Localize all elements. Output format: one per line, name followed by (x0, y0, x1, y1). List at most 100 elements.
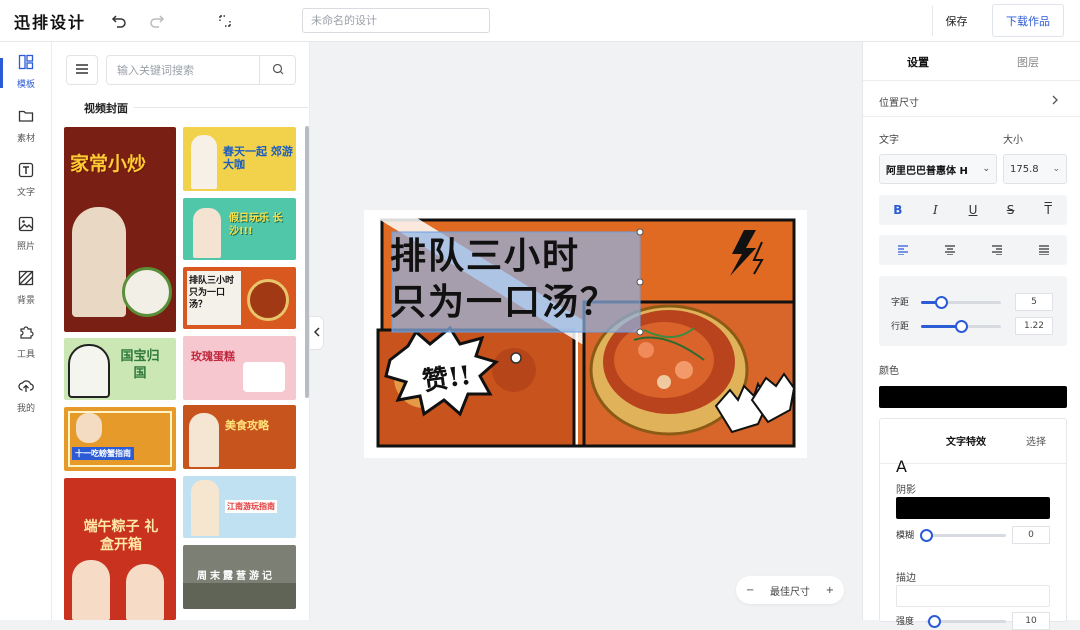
design-title-input[interactable] (302, 8, 490, 33)
text-color-swatch[interactable] (879, 386, 1067, 408)
template-tile[interactable]: 十一吃螃蟹指南 (64, 407, 176, 471)
undo-icon[interactable] (108, 10, 130, 32)
download-button[interactable]: 下载作品 (992, 4, 1064, 37)
nav-item-material[interactable]: 素材 (0, 102, 52, 150)
template-tile[interactable]: 玫瑰蛋糕 (183, 336, 296, 400)
app-logo[interactable]: 迅排设计 (14, 9, 86, 33)
search-button[interactable] (259, 56, 295, 84)
tab-text-effects[interactable]: 文字特效 (946, 433, 986, 448)
text-style-toolbar: B I U S T (879, 195, 1067, 225)
template-tile[interactable]: 江南游玩指南 (183, 476, 296, 538)
template-search-input[interactable] (107, 56, 259, 84)
stroke-color-swatch[interactable] (896, 585, 1050, 607)
person-illustration (72, 560, 110, 620)
blur-slider[interactable] (920, 529, 1006, 542)
align-justify-icon[interactable] (1033, 239, 1055, 261)
nav-item-tools[interactable]: 工具 (0, 318, 52, 366)
tile-title: 十一吃螃蟹指南 (72, 447, 134, 460)
canvas-area: 排队三小时 只为一口汤？ 赞!! − 最佳尺寸 + (310, 42, 862, 620)
color-label: 颜色 (879, 366, 899, 377)
template-icon (18, 54, 34, 73)
nav-item-text[interactable]: 文字 (0, 156, 52, 204)
soup-bowl-illustration (247, 279, 289, 321)
template-tile[interactable]: 美食攻略 (183, 405, 296, 469)
template-tile[interactable]: 家常小炒 (64, 127, 176, 332)
alignment-toolbar (879, 235, 1067, 265)
zoom-in-button[interactable]: + (826, 585, 834, 596)
resize-icon[interactable] (214, 10, 236, 32)
template-tile[interactable]: 周末露营游记 (183, 545, 296, 609)
text-icon (18, 162, 34, 181)
tabs-divider (863, 80, 1080, 81)
ground-illustration (183, 583, 296, 609)
slider-knob[interactable] (920, 529, 933, 542)
nav-item-background[interactable]: 背景 (0, 264, 52, 312)
nav-label: 文字 (16, 188, 35, 198)
font-family-select[interactable]: 阿里巴巴普惠体 H ⌄ (879, 154, 997, 184)
tile-title: 江南游玩指南 (225, 500, 277, 513)
tab-settings[interactable]: 设置 (907, 54, 929, 70)
redo-icon[interactable] (146, 10, 168, 32)
italic-icon[interactable]: I (924, 199, 946, 221)
line-height-row: 行距 1.22 (891, 317, 1061, 335)
nav-item-template[interactable]: 模板 (0, 48, 52, 96)
nav-item-mine[interactable]: 我的 (0, 372, 52, 420)
font-label: 文字 (879, 135, 899, 146)
headline-text[interactable]: 排队三小时 只为一口汤？ (390, 234, 618, 326)
template-tile[interactable]: 排队三小时 只为一口汤？ (183, 267, 296, 329)
template-tile[interactable]: 春天一起 郊游大咖 (183, 127, 296, 191)
blur-input[interactable]: 0 (1012, 526, 1050, 544)
position-size-label[interactable]: 位置尺寸 (879, 94, 919, 109)
properties-panel: 设置 图层 位置尺寸 文字 大小 阿里巴巴普惠体 H ⌄ 175.8 ⌄ B I… (862, 42, 1080, 630)
nav-item-photo[interactable]: 照片 (0, 210, 52, 258)
letter-spacing-label: 字距 (891, 298, 910, 308)
burst-text[interactable]: 赞!! (420, 355, 474, 398)
shadow-color-swatch[interactable] (896, 497, 1050, 519)
slider-knob[interactable] (928, 615, 941, 628)
strength-input[interactable]: 10 (1012, 612, 1050, 630)
letter-spacing-row: 字距 5 (891, 293, 1061, 311)
blur-label: 模糊 (896, 531, 915, 541)
align-right-icon[interactable] (986, 239, 1008, 261)
nav-label: 工具 (16, 350, 35, 360)
font-family-value: 阿里巴巴普惠体 H (886, 165, 968, 177)
section-label: 视频封面 (84, 102, 128, 115)
design-artboard[interactable]: 排队三小时 只为一口汤？ 赞!! (364, 210, 807, 458)
tile-title: 美食攻略 (225, 419, 269, 432)
effect-preview-letter[interactable]: A (896, 457, 907, 476)
line-height-slider[interactable] (921, 320, 1001, 333)
upload-cloud-icon (18, 378, 34, 397)
effects-select-button[interactable]: 选择 (1026, 433, 1046, 448)
save-button[interactable]: 保存 (932, 6, 980, 36)
letter-spacing-input[interactable]: 5 (1015, 293, 1053, 311)
font-size-select[interactable]: 175.8 ⌄ (1003, 154, 1067, 184)
strength-slider[interactable] (926, 615, 1006, 628)
left-nav: 模板 素材 文字 照片 背景 工具 我的 (0, 42, 52, 620)
slider-knob[interactable] (935, 296, 948, 309)
underline-icon[interactable]: U (962, 199, 984, 221)
section-divider (863, 116, 1080, 117)
letter-spacing-slider[interactable] (921, 296, 1001, 309)
collapse-panel-button[interactable] (310, 316, 324, 350)
align-left-icon[interactable] (892, 239, 914, 261)
tab-layers[interactable]: 图层 (1017, 54, 1039, 70)
template-tile[interactable]: 国宝归国 (64, 338, 176, 400)
person-illustration (126, 564, 164, 620)
panda-illustration (68, 344, 110, 398)
strikethrough-icon[interactable]: S (1000, 199, 1022, 221)
overline-icon[interactable]: T (1037, 199, 1059, 221)
zoom-out-button[interactable]: − (746, 585, 754, 596)
category-menu-button[interactable] (66, 55, 98, 85)
nav-label: 模板 (16, 80, 35, 90)
zoom-label[interactable]: 最佳尺寸 (770, 583, 810, 598)
panel-scrollbar[interactable] (305, 126, 309, 398)
align-center-icon[interactable] (939, 239, 961, 261)
tile-title: 春天一起 郊游大咖 (223, 145, 293, 171)
template-tile[interactable]: 端午粽子 礼盒开箱 (64, 478, 176, 620)
slider-knob[interactable] (955, 320, 968, 333)
bold-icon[interactable]: B (887, 199, 909, 221)
template-tile[interactable]: 假日玩乐 长沙!!! (183, 198, 296, 260)
chevron-right-icon[interactable] (1051, 94, 1059, 108)
effects-divider (880, 463, 1066, 464)
line-height-input[interactable]: 1.22 (1015, 317, 1053, 335)
